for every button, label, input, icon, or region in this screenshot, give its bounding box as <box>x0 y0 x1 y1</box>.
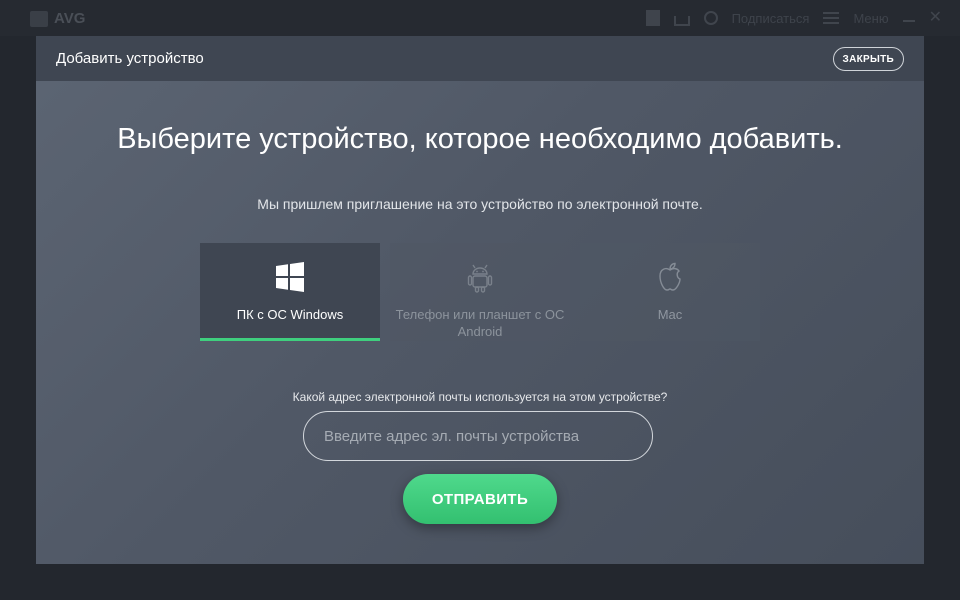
menu-icon[interactable] <box>823 12 840 24</box>
add-device-dialog: Добавить устройство ЗАКРЫТЬ Выберите уст… <box>36 36 924 564</box>
app-toolbar: Подписаться Меню ✕ <box>645 10 942 26</box>
device-tile-mac[interactable]: Mac <box>580 243 760 341</box>
device-tile-label: Mac <box>657 307 683 322</box>
notification-flag-icon[interactable] <box>645 10 660 26</box>
window-close-icon[interactable]: ✕ <box>929 10 942 26</box>
device-tile-label: ПК с ОС Windows <box>236 307 344 322</box>
cart-icon[interactable] <box>673 16 690 26</box>
send-button[interactable]: ОТПРАВИТЬ <box>403 474 557 524</box>
android-icon <box>467 264 493 293</box>
device-type-selector: ПК с ОС Windows Телефон или планшет с ОС… <box>200 243 760 341</box>
dialog-heading: Выберите устройство, которое необходимо … <box>117 123 843 155</box>
menu-link[interactable]: Меню <box>853 11 888 26</box>
dialog-subheading: Мы пришлем приглашение на это устройство… <box>257 196 703 212</box>
account-link[interactable]: Подписаться <box>732 11 810 26</box>
dialog-title: Добавить устройство <box>56 50 204 67</box>
apple-icon <box>659 262 681 291</box>
app-logo: AVG <box>30 10 85 27</box>
email-input[interactable] <box>303 411 653 461</box>
minimize-icon[interactable] <box>902 20 915 22</box>
device-tile-windows[interactable]: ПК с ОС Windows <box>200 243 380 341</box>
app-title-bar: AVG Подписаться Меню ✕ <box>0 0 960 36</box>
email-question-label: Какой адрес электронной почты использует… <box>292 390 668 404</box>
app-logo-text: AVG <box>54 10 86 27</box>
dialog-header: Добавить устройство ЗАКРЫТЬ <box>36 36 924 81</box>
device-tile-label: Телефон или планшет с ОС Android <box>395 307 565 339</box>
windows-icon <box>276 262 304 292</box>
device-tile-android[interactable]: Телефон или планшет с ОС Android <box>390 243 570 341</box>
avg-logo-icon <box>30 10 48 27</box>
account-icon[interactable] <box>703 11 718 25</box>
close-button[interactable]: ЗАКРЫТЬ <box>832 47 904 71</box>
